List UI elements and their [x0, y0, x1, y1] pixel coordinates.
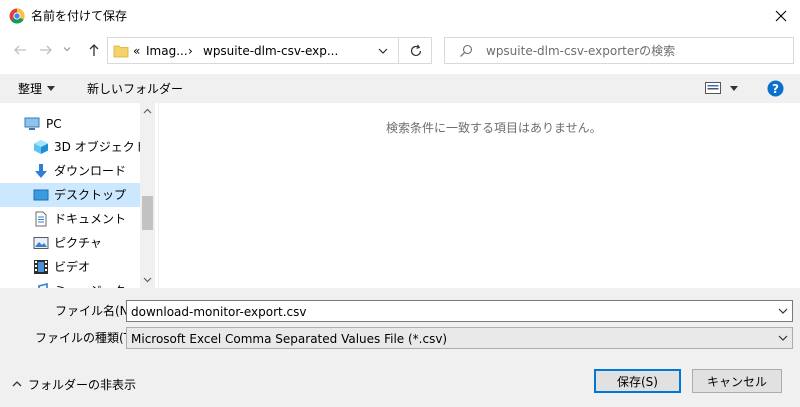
nav-item-downloads[interactable]: ダウンロード [0, 159, 140, 183]
nav-label: ダウンロード [54, 164, 127, 178]
nav-label: PC [46, 117, 62, 131]
save-button[interactable]: 保存(S) [594, 369, 681, 393]
nav-item-3d-objects[interactable]: 3D オブジェクト [0, 135, 147, 159]
chrome-icon [9, 8, 25, 24]
scroll-down-icon[interactable] [143, 277, 152, 283]
arrow-left-icon [14, 45, 26, 55]
navigation-pane[interactable]: PC 3D オブジェクト ダウンロード デスクトップ ドキュメント ピクチャ ビ… [0, 103, 155, 298]
address-segment-images[interactable]: Imag... [146, 43, 188, 59]
organize-dropdown-icon[interactable] [47, 86, 55, 92]
address-dropdown-icon[interactable] [378, 47, 388, 55]
help-icon[interactable]: ? [767, 80, 784, 97]
chevron-up-icon [12, 381, 22, 387]
nav-label: デスクトップ [54, 188, 127, 202]
search-placeholder: wpsuite-dlm-csv-exporterの検索 [486, 44, 676, 58]
nav-label: 3D オブジェクト [54, 140, 147, 154]
hide-folders-toggle[interactable]: フォルダーの非表示 [12, 376, 136, 392]
recent-locations-button[interactable] [60, 42, 74, 56]
refresh-icon [410, 44, 421, 56]
cancel-button[interactable]: キャンセル [692, 369, 782, 393]
new-folder-button[interactable]: 新しいフォルダー [87, 81, 183, 97]
folder-icon [113, 45, 129, 58]
toolbar: 整理 新しいフォルダー ? [0, 74, 800, 103]
close-icon [775, 10, 787, 22]
filetype-label: ファイルの種類(T): [35, 331, 140, 345]
close-button[interactable] [765, 2, 797, 30]
filetype-select[interactable]: Microsoft Excel Comma Separated Values F… [126, 327, 793, 349]
nav-item-pictures[interactable]: ピクチャ [0, 231, 140, 255]
address-bar[interactable]: « Imag... › wpsuite-dlm-csv-exp... [107, 37, 432, 64]
file-list[interactable]: 検索条件に一致する項目はありません。 [158, 103, 800, 288]
view-dropdown-icon[interactable] [730, 86, 738, 92]
search-icon [460, 44, 473, 57]
refresh-button[interactable] [398, 37, 432, 64]
address-overflow[interactable]: « [133, 43, 140, 59]
organize-button[interactable]: 整理 [18, 81, 42, 97]
filename-input[interactable]: download-monitor-export.csv [126, 300, 793, 322]
arrow-up-icon [89, 44, 99, 56]
picture-icon [33, 237, 49, 249]
scroll-up-icon[interactable] [143, 108, 152, 114]
filename-value: download-monitor-export.csv [131, 305, 307, 319]
address-segment-folder[interactable]: wpsuite-dlm-csv-exp... [203, 43, 338, 59]
svg-text:?: ? [772, 82, 779, 96]
nav-item-pc[interactable]: PC [0, 112, 140, 136]
filetype-dropdown-icon [778, 335, 788, 341]
nav-scrollbar[interactable] [140, 103, 155, 288]
3d-objects-icon [34, 140, 48, 154]
forward-button[interactable] [36, 40, 56, 60]
nav-item-desktop[interactable]: デスクトップ [0, 183, 140, 207]
arrow-right-icon [40, 45, 52, 55]
pc-icon [24, 117, 40, 130]
document-icon [35, 211, 47, 227]
hide-folders-label: フォルダーの非表示 [28, 377, 137, 392]
nav-label: ビデオ [54, 260, 91, 274]
address-separator[interactable]: › [188, 43, 193, 59]
nav-item-documents[interactable]: ドキュメント [0, 207, 140, 231]
filetype-value: Microsoft Excel Comma Separated Values F… [131, 332, 448, 346]
nav-label: ピクチャ [54, 236, 102, 250]
nav-item-videos[interactable]: ビデオ [0, 255, 140, 279]
scrollbar-thumb[interactable] [142, 196, 153, 230]
back-button[interactable] [10, 40, 30, 60]
download-icon [35, 164, 47, 178]
title-bar: 名前を付けて保存 [0, 0, 800, 32]
nav-label: ドキュメント [54, 212, 127, 226]
up-button[interactable] [84, 40, 104, 60]
empty-message: 検索条件に一致する項目はありません。 [386, 121, 602, 135]
window-title: 名前を付けて保存 [31, 9, 128, 23]
search-box[interactable]: wpsuite-dlm-csv-exporterの検索 [444, 37, 794, 64]
filename-dropdown-icon[interactable] [776, 304, 790, 318]
chevron-down-icon [63, 47, 71, 52]
video-icon [34, 260, 48, 274]
desktop-icon [33, 189, 49, 201]
view-options-icon[interactable] [705, 82, 721, 94]
